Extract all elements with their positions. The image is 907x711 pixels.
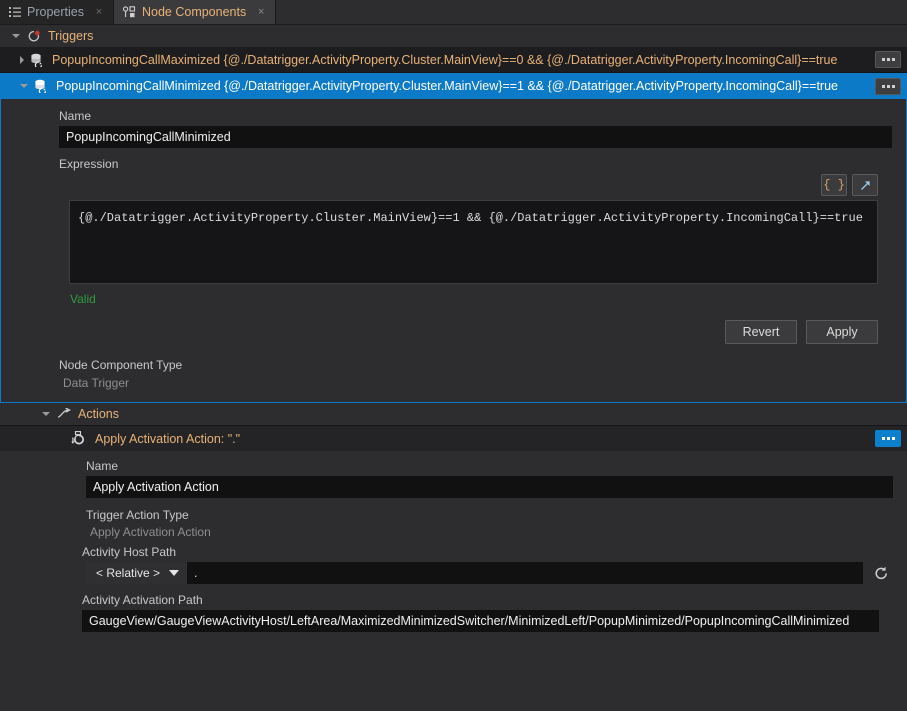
tab-strip: Properties × Node Components × — [0, 0, 907, 25]
apply-activation-action-icon — [70, 431, 87, 446]
close-icon[interactable]: × — [255, 6, 267, 18]
reset-circular-arrow-icon — [873, 566, 890, 581]
dot — [887, 437, 890, 440]
close-icon[interactable]: × — [93, 6, 105, 18]
trigger-name-input[interactable]: PopupIncomingCallMinimized — [59, 126, 892, 148]
braces-icon: { } — [823, 178, 845, 192]
tab-properties[interactable]: Properties × — [0, 0, 114, 24]
dot — [882, 58, 885, 61]
trigger-circle-icon — [27, 30, 41, 43]
action-options-button[interactable] — [875, 430, 901, 447]
activity-host-path-field[interactable]: < Relative > . — [86, 562, 863, 584]
actions-section-title: Actions — [78, 407, 119, 421]
trigger-row-selected[interactable]: PopupIncomingCallMinimized {@./Datatrigg… — [0, 73, 907, 99]
tab-properties-label: Properties — [27, 6, 84, 19]
action-name-input[interactable]: Apply Activation Action — [86, 476, 893, 498]
activity-host-path-dropdown[interactable]: < Relative > — [86, 562, 187, 584]
expression-editor: { } {@./Datatrigger.ActivityProperty.Clu… — [69, 174, 878, 344]
list-icon — [9, 6, 21, 18]
expression-label: Expression — [15, 157, 892, 171]
node-component-type-value: Data Trigger — [15, 376, 892, 390]
data-trigger-icon — [30, 53, 45, 67]
dot — [892, 85, 895, 88]
name-label: Name — [15, 109, 892, 123]
node-component-type-label: Node Component Type — [15, 358, 892, 372]
dot — [887, 85, 890, 88]
activity-host-path-mode: < Relative > — [96, 566, 160, 580]
node-components-icon — [123, 6, 136, 18]
activity-activation-path-label: Activity Activation Path — [14, 593, 893, 607]
triggers-section-title: Triggers — [48, 29, 93, 43]
trigger-row-text: PopupIncomingCallMaximized {@./Datatrigg… — [52, 53, 875, 67]
chevron-right-icon[interactable] — [20, 56, 24, 64]
reset-activity-host-path-button[interactable] — [869, 562, 893, 584]
expand-editor-button[interactable] — [852, 174, 878, 196]
tab-node-components[interactable]: Node Components × — [114, 0, 276, 24]
dot — [882, 437, 885, 440]
chevron-down-icon[interactable] — [20, 84, 28, 88]
action-detail-panel: Name Apply Activation Action Trigger Act… — [0, 451, 907, 632]
dot — [892, 437, 895, 440]
trigger-action-type-label: Trigger Action Type — [14, 508, 893, 522]
dot — [892, 58, 895, 61]
expression-text: {@./Datatrigger.ActivityProperty.Cluster… — [78, 211, 863, 225]
triggers-section-header[interactable]: Triggers — [0, 25, 907, 47]
apply-button[interactable]: Apply — [806, 320, 878, 344]
activity-host-path-value: . — [187, 566, 197, 580]
action-row[interactable]: Apply Activation Action: "." — [0, 425, 907, 451]
expression-toolbar: { } — [69, 174, 878, 196]
node-components-panel: Properties × Node Components × — [0, 0, 907, 711]
trigger-options-button[interactable] — [875, 51, 901, 68]
chevron-down-icon[interactable] — [12, 34, 20, 38]
trigger-options-button[interactable] — [875, 78, 901, 95]
trigger-row-text: PopupIncomingCallMinimized {@./Datatrigg… — [56, 79, 875, 93]
trigger-detail-panel: Name PopupIncomingCallMinimized Expressi… — [0, 99, 907, 403]
dot — [887, 58, 890, 61]
expression-textarea[interactable]: {@./Datatrigger.ActivityProperty.Cluster… — [69, 200, 878, 284]
braces-icon-button[interactable]: { } — [821, 174, 847, 196]
dot — [882, 85, 885, 88]
activity-activation-path-input[interactable]: GaugeView/GaugeViewActivityHost/LeftArea… — [82, 610, 879, 632]
chevron-down-icon[interactable] — [42, 412, 50, 416]
tab-node-components-label: Node Components — [142, 6, 246, 19]
action-arrow-icon — [57, 408, 71, 420]
activity-host-path-row: < Relative > . — [86, 562, 893, 584]
validation-status: Valid — [69, 292, 878, 306]
data-trigger-icon — [34, 79, 49, 93]
actions-section-header[interactable]: Actions — [0, 403, 907, 425]
expression-buttons: Revert Apply — [69, 320, 878, 344]
chevron-down-icon — [169, 570, 179, 576]
action-name-label: Name — [14, 459, 893, 473]
trigger-action-type-value: Apply Activation Action — [14, 525, 893, 539]
action-row-title: Apply Activation Action: "." — [95, 432, 875, 446]
revert-button[interactable]: Revert — [725, 320, 797, 344]
activity-host-path-label: Activity Host Path — [14, 545, 893, 559]
trigger-row[interactable]: PopupIncomingCallMaximized {@./Datatrigg… — [0, 47, 907, 73]
diagonal-arrow-icon — [859, 179, 872, 192]
